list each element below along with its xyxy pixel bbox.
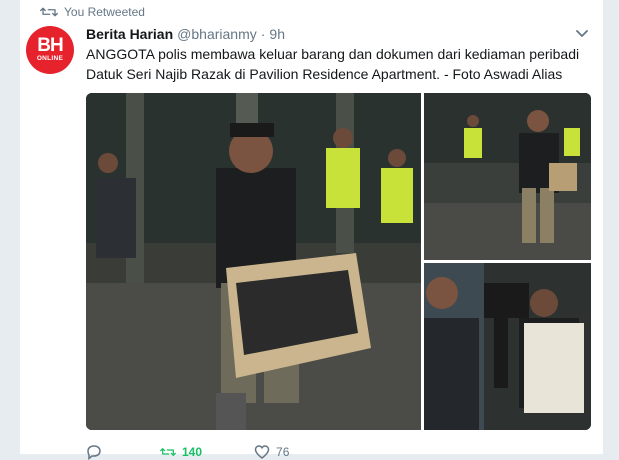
retweet-button[interactable]: 140: [160, 444, 202, 460]
bottom-right-photo[interactable]: [424, 263, 591, 430]
reply-button[interactable]: [86, 444, 108, 460]
retweet-count: 140: [182, 445, 203, 459]
tweet-actions: 140 76: [86, 444, 341, 460]
media-grid: [86, 93, 591, 430]
top-right-photo[interactable]: [424, 93, 591, 260]
tweet-header: Berita Harian @bharianmy · 9h: [86, 26, 285, 42]
retweet-icon: [160, 448, 176, 456]
retweet-context-label: You Retweeted: [64, 5, 145, 19]
heart-icon: [254, 445, 270, 459]
tweet-timestamp[interactable]: 9h: [269, 26, 285, 42]
like-count: 76: [276, 445, 290, 459]
avatar[interactable]: BH ONLINE: [26, 26, 74, 74]
chevron-down-icon[interactable]: [576, 30, 588, 38]
display-name[interactable]: Berita Harian: [86, 26, 173, 42]
avatar-logo-text: BH: [37, 35, 63, 56]
header-separator: ·: [260, 26, 266, 42]
photo-illustration: [86, 93, 421, 430]
tweet-text: ANGGOTA polis membawa keluar barang dan …: [86, 46, 580, 82]
avatar-logo-subtext: ONLINE: [36, 55, 64, 62]
photo-illustration: [424, 263, 591, 430]
main-photo[interactable]: [86, 93, 421, 430]
user-handle[interactable]: @bharianmy: [177, 26, 257, 42]
like-button[interactable]: 76: [254, 444, 289, 460]
photo-illustration: [424, 93, 591, 260]
retweet-context: You Retweeted: [40, 4, 145, 20]
retweet-icon: [40, 7, 58, 17]
reply-icon: [87, 445, 101, 460]
